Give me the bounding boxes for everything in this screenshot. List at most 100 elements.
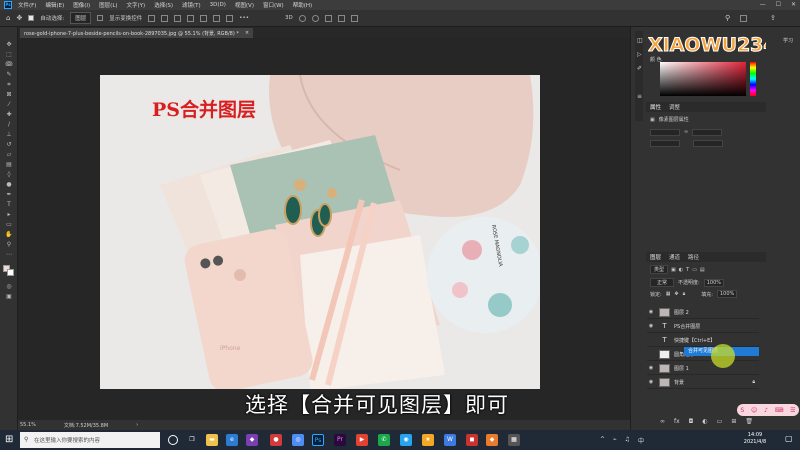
visibility-eye-icon[interactable]: ◉ [647,309,655,315]
hand-tool-icon[interactable]: ✋ [5,231,13,238]
app-gray-icon[interactable]: ▦ [508,434,520,446]
opacity-field[interactable]: 100% [703,278,724,287]
layer-row[interactable]: ◉ 图层 1 [647,362,759,375]
app-purple-icon[interactable]: ◆ [246,434,258,446]
tray-chevron-icon[interactable]: ^ [600,436,605,445]
visibility-eye-icon[interactable]: ◉ [647,365,655,371]
crop-tool-icon[interactable]: ⌗ [5,81,13,88]
app-doc-icon[interactable]: W [444,434,456,446]
type-tool-icon[interactable]: T [5,201,13,208]
more-options-icon[interactable]: ••• [239,15,249,21]
filter-pixel-icon[interactable]: ▣ [671,267,676,273]
notification-icon[interactable]: ▢ [785,434,793,443]
quick-mask-icon[interactable]: ◎ [5,283,13,290]
move-tool-icon[interactable]: ✥ [16,14,22,22]
chrome-icon[interactable]: ◎ [292,434,304,446]
network-icon[interactable]: ⌁ [613,436,617,445]
fx-icon[interactable]: fx [674,418,680,428]
edge-icon[interactable]: e [226,434,238,446]
y-field[interactable] [693,140,723,147]
close-tab-icon[interactable]: × [245,30,249,36]
menu-view[interactable]: 视图(V) [235,1,254,9]
height-field[interactable] [692,129,723,136]
dodge-tool-icon[interactable]: ● [5,181,13,188]
lock-all-icon[interactable]: 🔒︎ [683,291,686,297]
document-tab[interactable]: rose-gold-iphone-7-plus-beside-pencils-o… [20,28,254,38]
auto-select-checkbox[interactable] [28,15,35,21]
menu-help[interactable]: 帮助(H) [293,1,312,9]
link-layers-icon[interactable]: ∞ [660,418,665,428]
maximize-icon[interactable]: ☐ [776,1,781,8]
distribute-icon[interactable] [226,14,234,22]
scale-3d-icon[interactable] [350,14,358,22]
filter-shape-icon[interactable]: ▭ [692,267,697,273]
menu-3d[interactable]: 3D(D) [210,2,226,8]
learn-label[interactable]: 学习 [783,37,793,44]
x-field[interactable] [650,140,680,147]
orbit-3d-icon[interactable] [298,14,306,22]
new-layer-icon[interactable]: ⊞ [731,418,736,428]
menu-file[interactable]: 文件(F) [18,1,36,9]
app-yellow-icon[interactable]: ★ [422,434,434,446]
align-top-icon[interactable] [187,14,195,22]
taskbar-clock[interactable]: 14:09 2021/4/8 [735,432,775,446]
expand-status-icon[interactable]: › [136,422,138,428]
layer-row[interactable]: T 快捷键【Ctrl+E】 [647,334,759,347]
tab-adjustments[interactable]: 调整 [669,103,680,111]
layer-row[interactable]: ◉ T PS合并图层 [647,320,759,333]
menu-select[interactable]: 选择(S) [154,1,173,9]
app-red2-icon[interactable]: ◼ [466,434,478,446]
app-orange2-icon[interactable]: ◆ [486,434,498,446]
link-icon[interactable]: ∞ [684,129,688,136]
filter-smart-icon[interactable]: ▤ [700,267,705,273]
document-info[interactable]: 文档:7.52M/35.8M [64,422,108,429]
adjustment-layer-icon[interactable]: ◐ [702,418,707,428]
menu-image[interactable]: 图像(I) [73,1,90,9]
more-tools-icon[interactable]: ⋯ [5,251,13,258]
ime-emoji-icon[interactable]: ☺ [751,407,757,414]
blend-mode-dropdown[interactable]: 正常 [650,278,675,287]
app-red-icon[interactable]: ● [270,434,282,446]
show-transform-checkbox[interactable] [97,15,104,21]
hue-slider[interactable] [750,62,756,96]
pen-tool-icon[interactable]: ✒ [5,191,13,198]
actions-icon[interactable]: ▷ [637,51,642,58]
adjust-icon[interactable]: ≡ [637,93,642,100]
slide-3d-icon[interactable] [337,14,345,22]
roll-3d-icon[interactable] [311,14,319,22]
tab-layers[interactable]: 图层 [650,253,661,261]
brush-tool-icon[interactable]: ∕ [5,121,13,128]
lock-pixels-icon[interactable]: ▦ [666,291,671,297]
eraser-tool-icon[interactable]: ▱ [5,151,13,158]
volume-icon[interactable]: ♫ [625,436,630,445]
brushes-icon[interactable]: ✐ [637,65,642,72]
search-icon[interactable]: ⚲ [725,14,730,22]
kind-filter-dropdown[interactable]: 类型 [650,265,669,274]
gradient-tool-icon[interactable]: ▤ [5,161,13,168]
add-mask-icon[interactable]: ◘ [689,418,694,428]
color-picker-field[interactable] [660,62,746,96]
ime-menu-icon[interactable]: ☰ [790,407,795,414]
healing-brush-icon[interactable]: ✚ [5,111,13,118]
align-middle-icon[interactable] [200,14,208,22]
menu-type[interactable]: 文字(Y) [127,1,146,9]
fill-field[interactable]: 100% [716,290,738,298]
workspace-icon[interactable] [740,14,747,22]
filter-adjust-icon[interactable]: ◐ [679,267,683,273]
background-color-swatch[interactable] [7,269,14,276]
tab-properties[interactable]: 属性 [650,103,661,111]
auto-select-dropdown[interactable]: 图层 [70,12,92,24]
rectangle-tool-icon[interactable]: ▭ [5,221,13,228]
screen-mode-icon[interactable]: ▣ [5,293,13,300]
ime-indicator-icon[interactable]: 中 [638,436,644,445]
clone-stamp-icon[interactable]: ⊥ [5,131,13,138]
lock-move-icon[interactable]: ✥ [674,291,678,297]
menu-filter[interactable]: 滤镜(T) [182,1,201,9]
group-icon[interactable]: ▭ [717,418,723,428]
eyedropper-tool-icon[interactable]: ⁄ [5,101,13,108]
quick-select-tool-icon[interactable]: ✎ [5,71,13,78]
document-canvas[interactable]: iPhone ROSE MAGNOLIA PS合并图层 [100,75,540,389]
history-icon[interactable]: ◫ [637,37,643,44]
photoshop-taskbar-icon[interactable]: Ps [312,434,324,446]
photoshop-app-icon[interactable]: Ps [4,1,12,9]
